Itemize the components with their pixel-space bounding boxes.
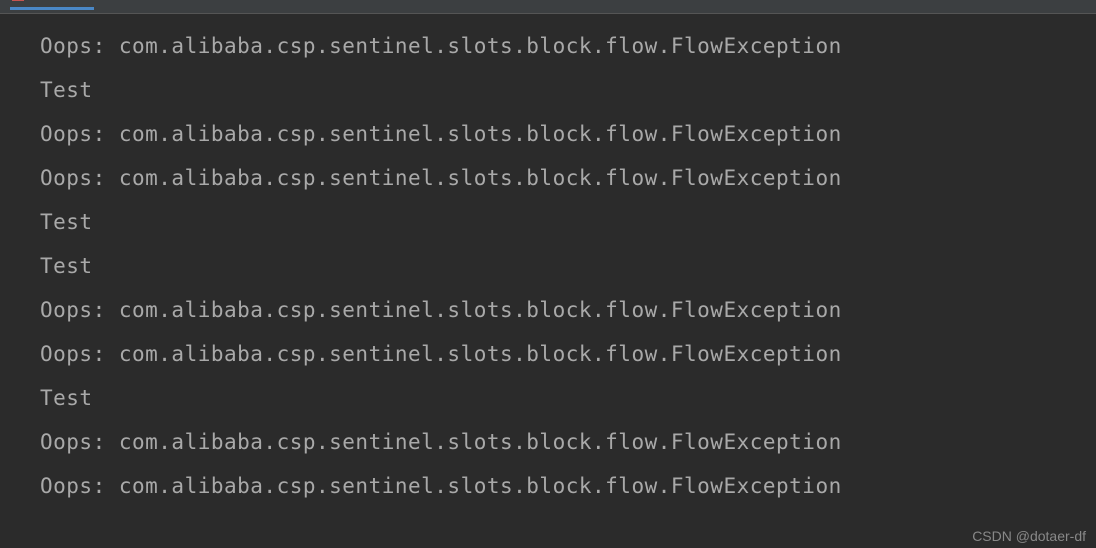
stop-icon [12, 0, 24, 1]
console-line: Oops: com.alibaba.csp.sentinel.slots.blo… [40, 112, 1096, 156]
tab-threads-label: Threads [116, 0, 178, 5]
tab-underline [10, 7, 94, 10]
console-line: Test [40, 200, 1096, 244]
console-line: Oops: com.alibaba.csp.sentinel.slots.blo… [40, 420, 1096, 464]
console-line: Oops: com.alibaba.csp.sentinel.slots.blo… [40, 464, 1096, 508]
console-line: Oops: com.alibaba.csp.sentinel.slots.blo… [40, 288, 1096, 332]
tab-bar: Console Threads [0, 0, 1096, 14]
tab-threads[interactable]: Threads [116, 0, 178, 7]
console-line: Test [40, 244, 1096, 288]
console-line: Test [40, 68, 1096, 112]
console-line: Oops: com.alibaba.csp.sentinel.slots.blo… [40, 156, 1096, 200]
tab-console-label: Console [30, 0, 92, 5]
watermark: CSDN @dotaer-df [972, 528, 1086, 544]
console-line: Oops: com.alibaba.csp.sentinel.slots.blo… [40, 24, 1096, 68]
tab-console[interactable]: Console [12, 0, 92, 7]
console-output: Oops: com.alibaba.csp.sentinel.slots.blo… [0, 14, 1096, 548]
console-line: Test [40, 376, 1096, 420]
console-line: Oops: com.alibaba.csp.sentinel.slots.blo… [40, 332, 1096, 376]
